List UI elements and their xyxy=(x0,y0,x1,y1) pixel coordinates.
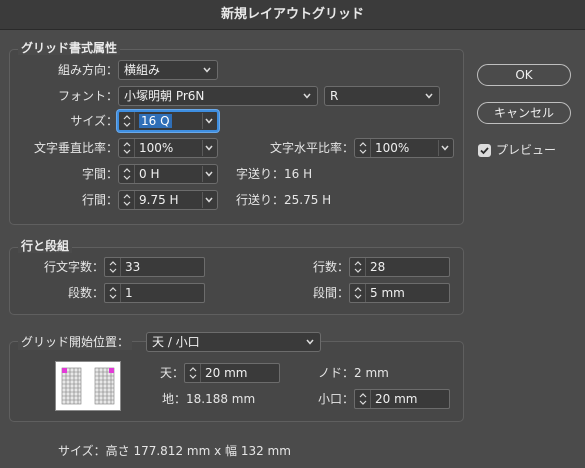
font-style-select[interactable]: R xyxy=(324,86,440,106)
preview-checkbox[interactable] xyxy=(478,144,491,157)
char-aki-combobox[interactable]: 0 H xyxy=(118,164,218,184)
cancel-button[interactable]: キャンセル xyxy=(477,102,571,124)
size-label: サイズ： xyxy=(70,114,118,128)
chevron-down-icon[interactable] xyxy=(202,192,214,208)
outside-margin-field[interactable]: 20 mm xyxy=(354,389,450,409)
chevron-down-icon[interactable] xyxy=(438,140,450,156)
chevron-down-icon xyxy=(201,62,213,78)
top-margin-label: 天： xyxy=(159,366,184,380)
lines-value: 28 xyxy=(370,260,386,274)
outside-margin-value: 20 mm xyxy=(375,392,418,406)
line-gap-label: 行間： xyxy=(81,193,118,207)
preview-label: プレビュー xyxy=(496,143,557,157)
vertical-scale-label: 文字垂直比率： xyxy=(33,141,118,155)
window-title: 新規レイアウトグリッド xyxy=(220,7,364,22)
horizontal-scale-combobox[interactable]: 100% xyxy=(354,138,454,158)
start-position-select[interactable]: 天 / 小口 xyxy=(146,332,321,352)
chars-per-line-field[interactable]: 33 xyxy=(104,257,205,277)
direction-label: 組み方向： xyxy=(57,63,118,77)
bottom-margin-text: 地：18.188 mm xyxy=(162,392,256,406)
top-margin-field[interactable]: 20 mm xyxy=(184,363,280,383)
columns-value: 1 xyxy=(125,286,133,300)
font-label: フォント： xyxy=(57,89,118,103)
chevron-down-icon xyxy=(304,334,316,350)
stepper-arrows-icon[interactable] xyxy=(119,191,135,209)
chars-per-line-value: 33 xyxy=(125,260,141,274)
char-advance-text: 字送り：16 H xyxy=(236,167,313,181)
direction-select[interactable]: 横組み xyxy=(118,60,218,80)
columns-label: 段数： xyxy=(67,286,104,300)
grid-attributes-legend: グリッド書式属性 xyxy=(18,41,121,55)
start-position-label: グリッド開始位置： xyxy=(18,334,133,350)
stepper-arrows-icon[interactable] xyxy=(185,364,201,382)
gutter-field[interactable]: 5 mm xyxy=(349,283,450,303)
lines-columns-legend: 行と段組 xyxy=(18,239,73,253)
char-aki-label: 字間： xyxy=(81,167,118,181)
top-margin-value: 20 mm xyxy=(205,366,248,380)
lines-field[interactable]: 28 xyxy=(349,257,450,277)
stepper-arrows-icon[interactable] xyxy=(119,165,135,183)
inside-margin-text: ノド：2 mm xyxy=(318,366,389,380)
vertical-scale-value: 100% xyxy=(139,141,174,155)
line-gap-combobox[interactable]: 9.75 H xyxy=(118,190,218,210)
font-family-select[interactable]: 小塚明朝 Pr6N xyxy=(118,86,318,106)
line-advance-text: 行送り：25.75 H xyxy=(236,193,332,207)
stepper-arrows-icon[interactable] xyxy=(105,284,121,302)
size-combobox[interactable]: 16 Q xyxy=(117,110,219,132)
char-aki-value: 0 H xyxy=(139,167,160,181)
ok-button[interactable]: OK xyxy=(477,64,571,86)
line-gap-value: 9.75 H xyxy=(139,193,179,207)
lines-label: 行数： xyxy=(312,260,349,274)
stepper-arrows-icon[interactable] xyxy=(119,112,135,130)
start-position-value: 天 / 小口 xyxy=(152,335,200,349)
stepper-arrows-icon[interactable] xyxy=(119,139,135,157)
gutter-label: 段間： xyxy=(312,286,349,300)
size-summary-text: サイズ：高さ 177.812 mm x 幅 132 mm xyxy=(58,444,291,458)
chars-per-line-label: 行文字数： xyxy=(43,260,104,274)
chevron-down-icon[interactable] xyxy=(202,113,214,129)
chevron-down-icon xyxy=(301,88,313,104)
direction-value: 横組み xyxy=(124,63,161,77)
chevron-down-icon[interactable] xyxy=(202,166,214,182)
chevron-down-icon[interactable] xyxy=(202,140,214,156)
stepper-arrows-icon[interactable] xyxy=(350,284,366,302)
horizontal-scale-value: 100% xyxy=(375,141,410,155)
stepper-arrows-icon[interactable] xyxy=(355,139,371,157)
outside-margin-label: 小口： xyxy=(317,392,354,406)
font-style-value: R xyxy=(330,89,339,103)
stepper-arrows-icon[interactable] xyxy=(350,258,366,276)
stepper-arrows-icon[interactable] xyxy=(355,390,371,408)
vertical-scale-combobox[interactable]: 100% xyxy=(118,138,218,158)
gutter-value: 5 mm xyxy=(370,286,405,300)
start-position-preview-icon xyxy=(55,361,121,411)
chevron-down-icon xyxy=(423,88,435,104)
font-family-value: 小塚明朝 Pr6N xyxy=(124,89,205,103)
size-value: 16 Q xyxy=(139,114,172,128)
stepper-arrows-icon[interactable] xyxy=(105,258,121,276)
columns-field[interactable]: 1 xyxy=(104,283,205,303)
horizontal-scale-label: 文字水平比率： xyxy=(269,141,354,155)
